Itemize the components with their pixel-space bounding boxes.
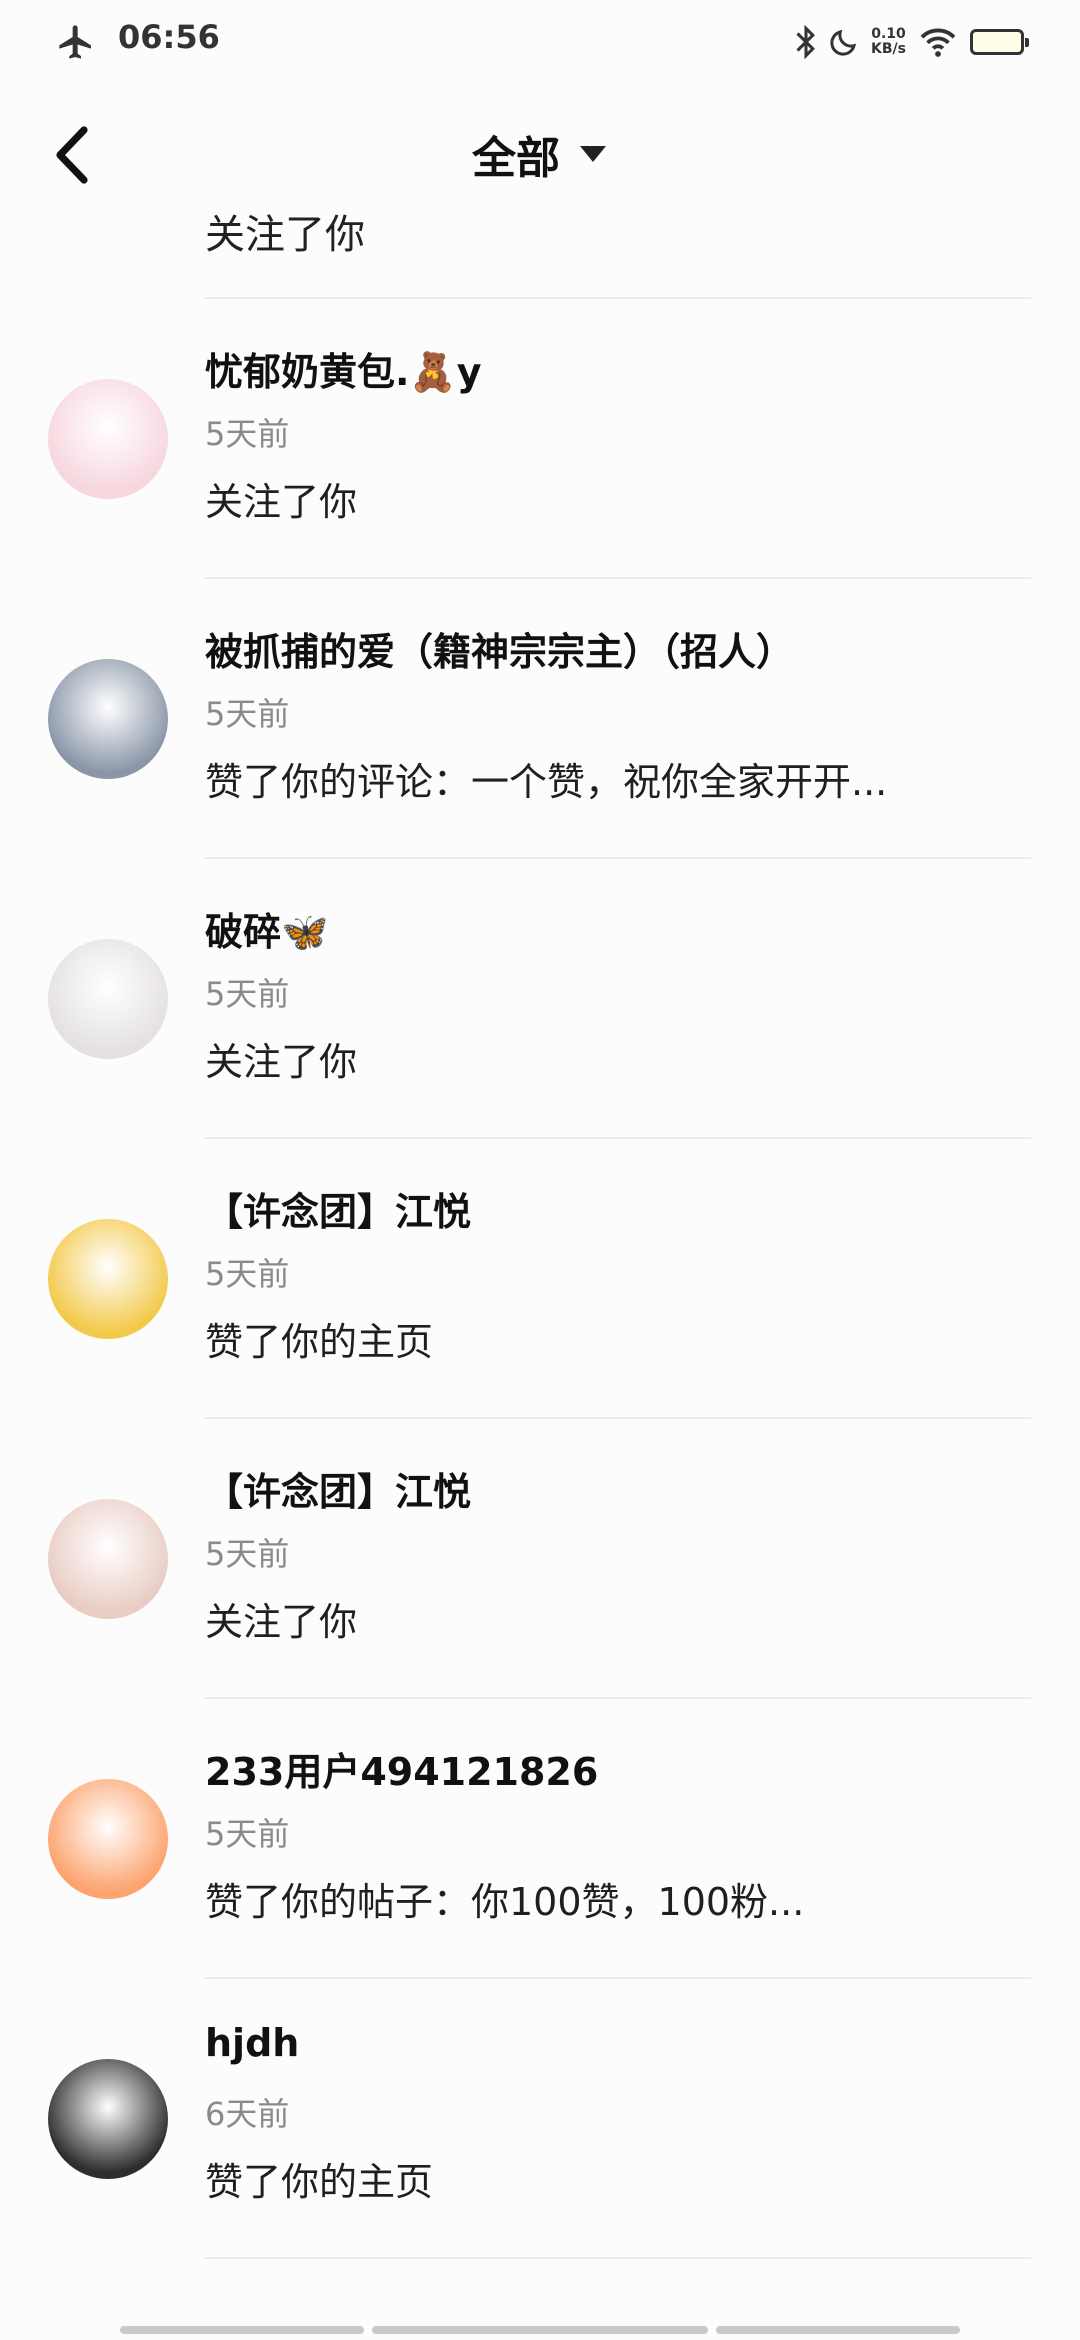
notification-item[interactable]: hjdh 6天前赞了你的主页 xyxy=(0,1979,1080,2259)
bluetooth-icon xyxy=(796,25,815,59)
notification-item[interactable]: 【许念团】江悦 5天前关注了你 xyxy=(0,1419,1080,1699)
battery-icon xyxy=(970,29,1029,55)
notification-text: 赞了你的主页 xyxy=(205,1320,434,1364)
timestamp: 5天前 xyxy=(205,415,290,453)
notification-text: 关注了你 xyxy=(205,1040,358,1084)
net-speed-value: 0.10 xyxy=(871,26,906,42)
notification-item[interactable]: 233用户494121826 5天前赞了你的帖子：你100赞，100粉... xyxy=(0,1699,1080,1979)
avatar[interactable] xyxy=(48,1219,168,1339)
moon-icon xyxy=(830,29,857,56)
timestamp: 5天前 xyxy=(205,1815,290,1853)
avatar[interactable] xyxy=(48,659,168,779)
username[interactable]: 【许念团】江悦 xyxy=(205,1461,471,1516)
notification-item[interactable]: 【许念团】江悦 5天前赞了你的主页 xyxy=(0,1139,1080,1419)
avatar[interactable] xyxy=(48,1779,168,1899)
notification-text: 关注了你 xyxy=(205,1600,358,1644)
username[interactable]: 破碎🦋 xyxy=(205,901,328,956)
filter-dropdown[interactable]: 全部 xyxy=(0,122,1080,186)
notification-item[interactable]: 被抓捕的爱（籍神宗宗主）（招人） 5天前赞了你的评论：一个赞，祝你全家开开... xyxy=(0,579,1080,859)
timestamp: 5天前 xyxy=(205,975,290,1013)
wifi-icon xyxy=(920,28,956,57)
notification-item[interactable]: 破碎🦋 5天前关注了你 xyxy=(0,859,1080,1139)
status-icons: 0.10 KB/s xyxy=(783,20,1029,64)
notification-text: 赞了你的帖子：你100赞，100粉... xyxy=(205,1880,805,1924)
notification-text: 关注了你 xyxy=(205,480,358,524)
notification-item[interactable]: 忧郁奶黄包.🧸y 5天前关注了你 xyxy=(0,299,1080,579)
notification-list: 关注了你 忧郁奶黄包.🧸y 5天前 关注了你 被抓捕的爱（籍神宗宗主）（招人） 5天前赞… xyxy=(0,210,1080,2340)
avatar[interactable] xyxy=(48,1499,168,1619)
notification-text: 赞了你的主页 xyxy=(205,2160,434,2204)
username[interactable]: 忧郁奶黄包.🧸y xyxy=(205,341,482,396)
divider xyxy=(205,2257,1031,2259)
status-bar: 06:56 0.10 KB/s xyxy=(0,0,1080,80)
partial-action-text: 关注了你 xyxy=(205,212,365,258)
username[interactable]: hjdh xyxy=(205,2021,299,2065)
page-title: 全部 xyxy=(472,133,560,184)
nav-bar: 全部 xyxy=(0,100,1080,210)
avatar[interactable] xyxy=(48,379,168,499)
avatar[interactable] xyxy=(48,939,168,1059)
timestamp: 5天前 xyxy=(205,1535,290,1573)
net-speed-unit: KB/s xyxy=(871,41,906,57)
timestamp: 6天前 xyxy=(205,2095,290,2133)
airplane-icon xyxy=(59,25,91,59)
username[interactable]: 被抓捕的爱（籍神宗宗主）（招人） xyxy=(205,621,794,676)
username[interactable]: 【许念团】江悦 xyxy=(205,1181,471,1236)
username[interactable]: 233用户494121826 xyxy=(205,1741,598,1796)
avatar[interactable] xyxy=(48,2059,168,2179)
net-speed: 0.10 KB/s xyxy=(871,27,906,57)
caret-down-icon xyxy=(580,146,606,162)
home-indicator xyxy=(0,2326,1080,2334)
timestamp: 5天前 xyxy=(205,695,290,733)
status-time: 06:56 xyxy=(118,18,220,56)
timestamp: 5天前 xyxy=(205,1255,290,1293)
notification-text: 赞了你的评论：一个赞，祝你全家开开... xyxy=(205,760,888,804)
